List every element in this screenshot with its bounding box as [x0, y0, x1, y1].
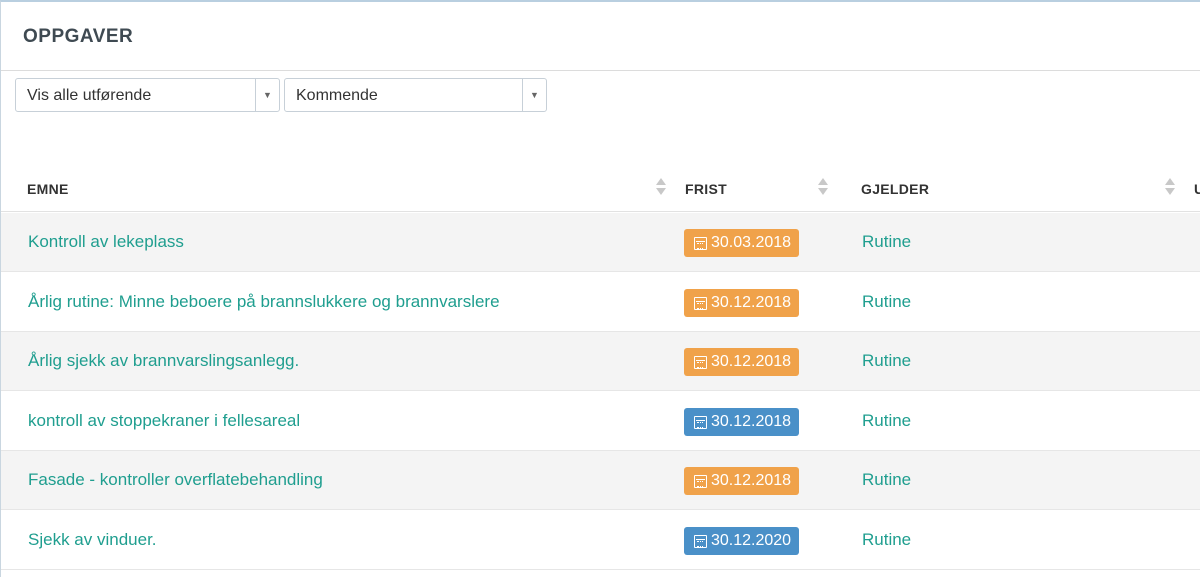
- period-filter-select[interactable]: Kommende ▼: [284, 78, 547, 112]
- panel-header: OPPGAVER: [1, 2, 1200, 71]
- table-header: EMNE FRIST GJELDER U: [1, 167, 1200, 212]
- deadline-date: 30.12.2018: [711, 472, 792, 489]
- period-filter-toggle[interactable]: ▼: [522, 79, 546, 111]
- sort-icon[interactable]: [818, 178, 828, 198]
- table-row[interactable]: kontroll av stoppekraner i fellesareal 30…: [1, 392, 1200, 451]
- column-header-u[interactable]: U: [1194, 181, 1200, 197]
- calendar-icon: [694, 415, 707, 429]
- deadline-badge: 30.12.2020: [684, 527, 800, 555]
- deadline-badge: 30.03.2018: [684, 229, 800, 257]
- task-applies-to-link[interactable]: Rutine: [862, 470, 911, 490]
- performer-filter-select[interactable]: Vis alle utførende ▼: [15, 78, 280, 112]
- task-applies-to-link[interactable]: Rutine: [862, 530, 911, 550]
- period-filter-value: Kommende: [296, 87, 378, 104]
- task-subject-link[interactable]: Fasade - kontroller overflatebehandling: [28, 470, 323, 490]
- task-applies-to-link[interactable]: Rutine: [862, 351, 911, 371]
- task-subject-link[interactable]: Kontroll av lekeplass: [28, 232, 184, 252]
- task-subject-link[interactable]: Sjekk av vinduer.: [28, 530, 157, 550]
- calendar-icon: [694, 355, 707, 369]
- table-row[interactable]: Kontroll av lekeplass 30.03.2018 Rutine: [1, 213, 1200, 272]
- task-subject-link[interactable]: Årlig rutine: Minne beboere på brannsluk…: [28, 292, 500, 312]
- tasks-panel: OPPGAVER Vis alle utførende ▼ Kommende ▼…: [0, 0, 1200, 577]
- deadline-date: 30.12.2018: [711, 353, 792, 370]
- performer-filter-toggle[interactable]: ▼: [255, 79, 279, 111]
- deadline-badge: 30.12.2018: [684, 467, 800, 495]
- sort-icon[interactable]: [656, 178, 666, 198]
- deadline-date: 30.12.2020: [711, 532, 792, 549]
- table-row[interactable]: Sjekk av vinduer. 30.12.2020 Rutine: [1, 511, 1200, 570]
- table-row[interactable]: Fasade - kontroller overflatebehandling 3…: [1, 451, 1200, 510]
- deadline-date: 30.12.2018: [711, 294, 792, 311]
- column-header-emne[interactable]: EMNE: [27, 181, 69, 197]
- calendar-icon: [694, 534, 707, 548]
- deadline-badge: 30.12.2018: [684, 348, 800, 376]
- caret-down-icon: ▼: [263, 90, 272, 100]
- task-applies-to-link[interactable]: Rutine: [862, 232, 911, 252]
- task-subject-link[interactable]: kontroll av stoppekraner i fellesareal: [28, 411, 300, 431]
- caret-down-icon: ▼: [530, 90, 539, 100]
- calendar-icon: [694, 236, 707, 250]
- table-row[interactable]: Årlig sjekk av brannvarslingsanlegg. 30.1…: [1, 332, 1200, 391]
- panel-title: OPPGAVER: [23, 26, 134, 47]
- task-applies-to-link[interactable]: Rutine: [862, 411, 911, 431]
- column-header-gjelder[interactable]: GJELDER: [861, 181, 929, 197]
- column-header-frist[interactable]: FRIST: [685, 181, 727, 197]
- performer-filter-value: Vis alle utførende: [27, 87, 152, 104]
- table-row[interactable]: Årlig rutine: Minne beboere på brannsluk…: [1, 273, 1200, 332]
- task-subject-link[interactable]: Årlig sjekk av brannvarslingsanlegg.: [28, 351, 299, 371]
- task-applies-to-link[interactable]: Rutine: [862, 292, 911, 312]
- deadline-date: 30.12.2018: [711, 413, 792, 430]
- deadline-badge: 30.12.2018: [684, 408, 800, 436]
- deadline-date: 30.03.2018: [711, 234, 792, 251]
- sort-icon[interactable]: [1165, 178, 1175, 198]
- calendar-icon: [694, 474, 707, 488]
- calendar-icon: [694, 296, 707, 310]
- deadline-badge: 30.12.2018: [684, 289, 800, 317]
